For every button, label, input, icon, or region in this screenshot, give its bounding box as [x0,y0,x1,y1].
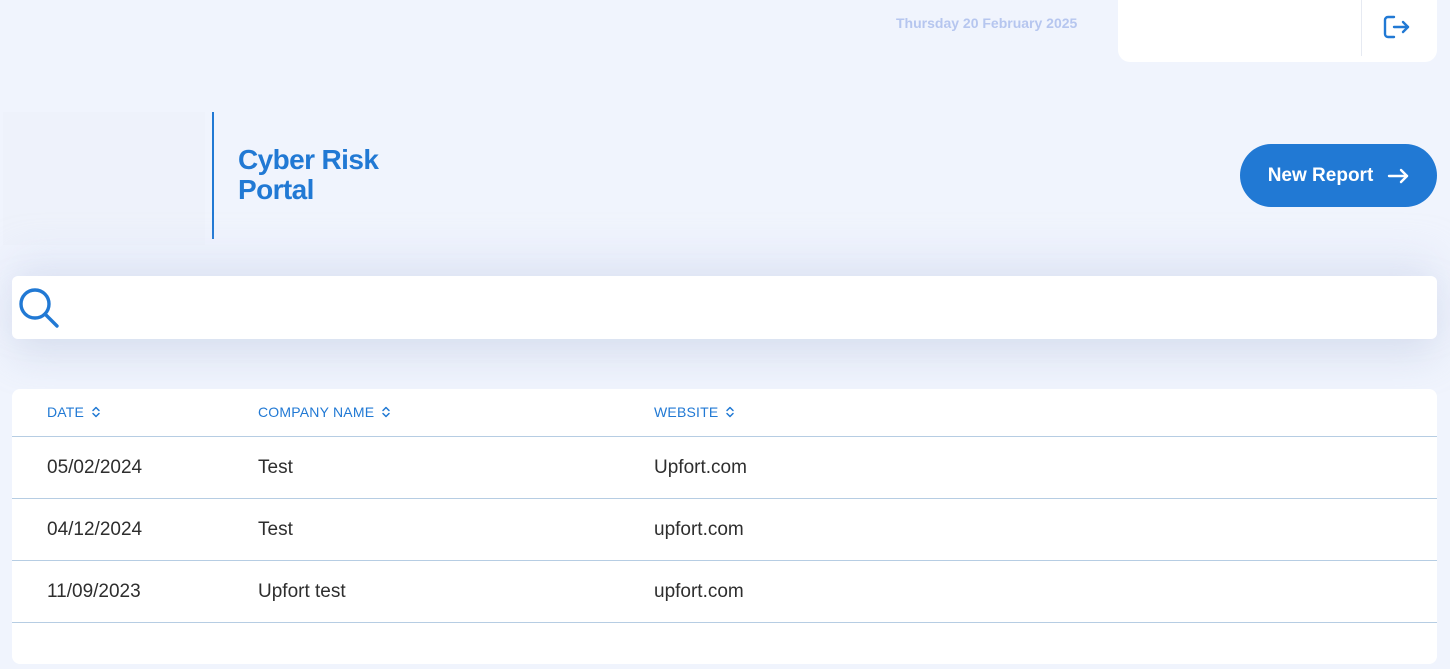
cell-date: 11/09/2023 [47,581,141,602]
logout-button[interactable] [1382,13,1412,41]
user-panel [1118,0,1437,62]
cell-website: upfort.com [654,519,744,540]
logout-icon [1383,15,1410,39]
table-row[interactable]: 05/02/2024 Test Upfort.com [12,437,1437,499]
column-header-label: DATE [47,404,85,420]
column-header-date[interactable]: DATE [47,404,101,420]
current-date: Thursday 20 February 2025 [896,15,1078,31]
new-report-button[interactable]: New Report [1240,144,1437,207]
cell-company: Upfort test [258,581,346,602]
page-title-line-1: Cyber Risk [238,144,379,175]
user-panel-divider [1361,0,1362,56]
arrow-right-icon [1388,168,1409,183]
table-row[interactable]: 04/12/2024 Test upfort.com [12,499,1437,561]
title-divider [212,112,214,239]
cell-website: Upfort.com [654,457,747,478]
search-input[interactable] [72,284,1422,330]
column-header-label: WEBSITE [654,404,719,420]
logo-area [3,112,205,245]
table-header: DATE COMPANY NAME WEBSITE [12,389,1437,437]
column-header-website[interactable]: WEBSITE [654,404,735,420]
sort-icon [382,406,390,418]
reports-table: DATE COMPANY NAME WEBSITE 05/02/2024 Tes… [12,389,1437,664]
new-report-label: New Report [1267,164,1374,186]
cell-date: 05/02/2024 [47,457,143,478]
cell-website: upfort.com [654,581,744,602]
page-title: Cyber Risk Portal [238,145,438,205]
cell-date: 04/12/2024 [47,519,143,540]
cell-company: Test [258,519,293,540]
sort-icon [726,406,735,418]
search-bar [12,276,1437,339]
search-icon [19,288,59,328]
table-row[interactable]: 11/09/2023 Upfort test upfort.com [12,561,1437,623]
cell-company: Test [258,457,293,478]
page-title-line-2: Portal [238,174,314,205]
sort-icon [92,406,100,418]
page: Thursday 20 February 2025 Cyber Risk Por… [0,0,1450,669]
column-header-company[interactable]: COMPANY NAME [258,404,391,420]
column-header-label: COMPANY NAME [258,404,375,420]
